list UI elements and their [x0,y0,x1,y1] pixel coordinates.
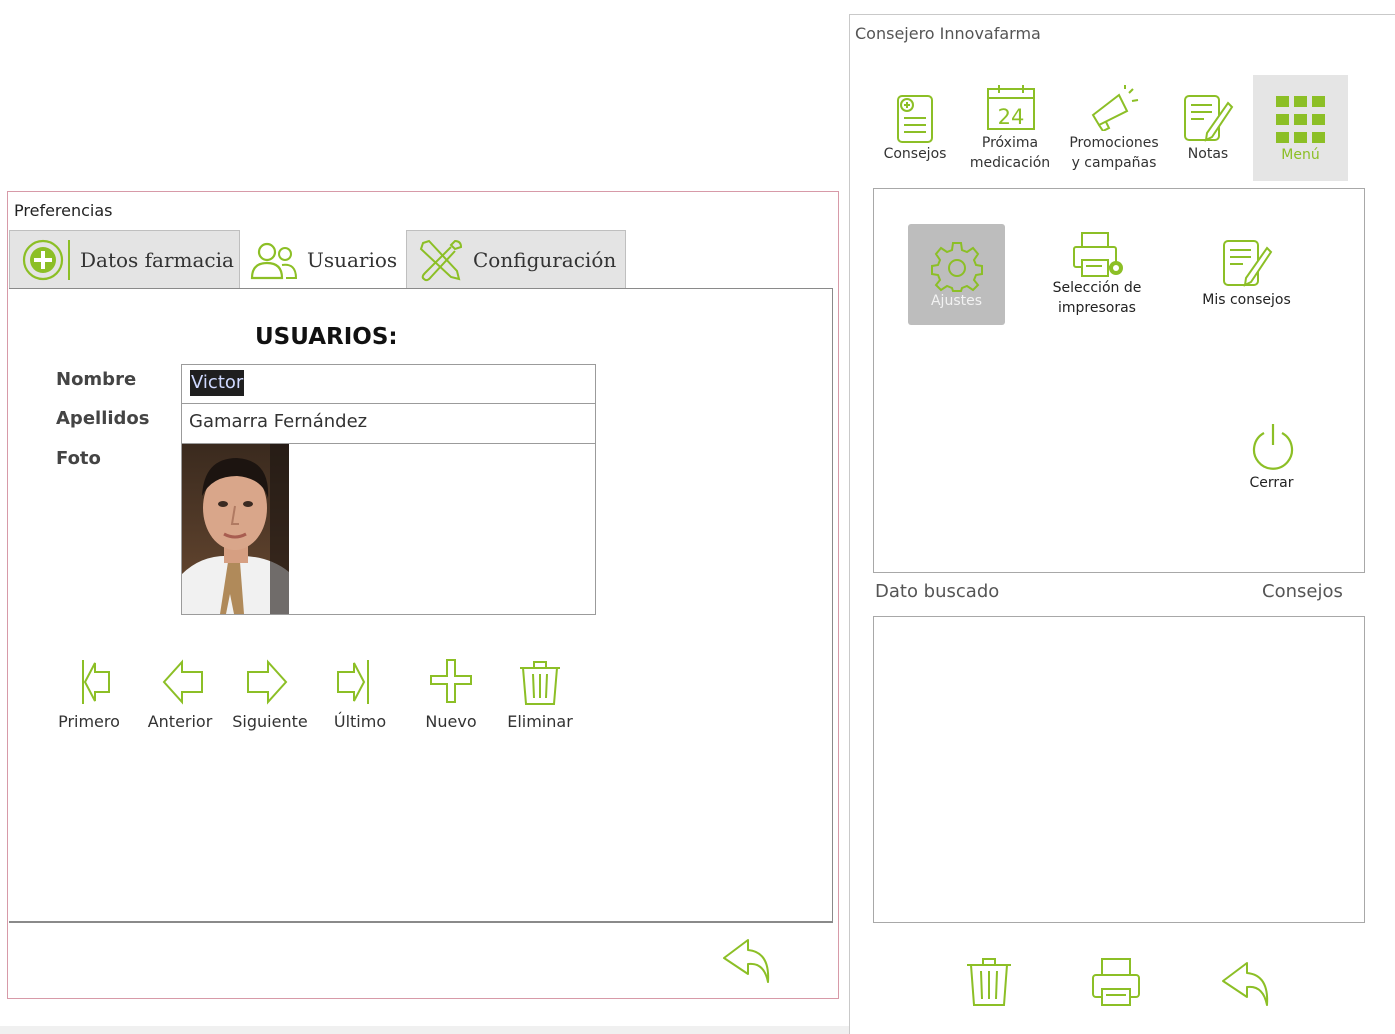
notes-pencil-icon [1182,93,1236,145]
consejero-window: Consejero Innovafarma Consejos 24 Próxim… [849,14,1395,1034]
toolbar-label: Consejos [883,146,947,162]
plus-icon [406,654,496,708]
tab-label: Datos farmacia [80,247,234,272]
window-title: Consejero Innovafarma [855,24,1041,43]
nombre-field[interactable]: Victor [181,364,596,404]
back-button[interactable] [1217,955,1273,1009]
trash-icon [963,955,1015,1009]
mis-consejos-label: Mis consejos [1202,292,1291,308]
printer-gear-icon [1072,230,1126,280]
toolbar-consejos[interactable]: Consejos [875,75,955,181]
users-icon [249,238,299,282]
eliminar-label: Eliminar [507,712,573,731]
eliminar-button[interactable]: Eliminar [495,654,585,734]
toolbar-label: Menú [1281,147,1320,163]
toolbar-promociones[interactable]: Promociones y campañas [1061,75,1167,181]
nuevo-label: Nuevo [425,712,477,731]
tab-datos-farmacia[interactable]: Datos farmacia [9,230,240,288]
cerrar-button[interactable]: Cerrar [1234,421,1309,501]
footer-divider [9,922,833,923]
previous-arrow-icon [135,654,225,708]
toolbar-label-line1: Próxima [981,135,1039,151]
next-arrow-icon [225,654,315,708]
impresoras-label-line1: Selección de [1052,280,1142,296]
nombre-value: Victor [190,370,245,396]
page-title: USUARIOS: [255,324,398,350]
power-icon [1249,421,1297,471]
cerrar-label: Cerrar [1249,475,1294,491]
calendar-icon: 24 [985,83,1037,133]
gear-icon [931,240,983,292]
foto-label: Foto [56,448,101,469]
print-button[interactable] [1090,955,1142,1009]
trash-icon [495,654,585,708]
preferencias-window: Preferencias Datos farmacia Usuarios Con… [7,191,839,999]
toolbar-menu[interactable]: Menú [1253,75,1348,181]
grid-menu-icon [1276,96,1326,144]
primero-button[interactable]: Primero [44,654,134,734]
delete-button[interactable] [963,955,1015,1009]
consejos-label: Consejos [1262,581,1343,602]
user-photo [182,444,289,614]
toolbar-label-line1: Promociones [1069,135,1159,151]
toolbar-proxima-medicacion[interactable]: 24 Próxima medicación [963,75,1057,181]
ajustes-label: Ajustes [930,293,983,309]
consejos-results-panel [873,616,1365,923]
back-reply-icon [1217,955,1273,1009]
nuevo-button[interactable]: Nuevo [406,654,496,734]
window-title: Preferencias [14,201,113,220]
seleccion-impresoras-button[interactable]: Selección de impresoras [1042,224,1152,325]
toolbar-notas[interactable]: Notas [1172,75,1244,181]
notes-pencil-icon [1221,238,1275,290]
tab-configuracion[interactable]: Configuración [406,230,626,288]
consejos-document-icon [895,93,937,145]
nombre-label: Nombre [56,369,137,390]
menu-panel: Ajustes Selección de impresoras Mis cons… [873,188,1365,573]
anterior-button[interactable]: Anterior [135,654,225,734]
megaphone-icon [1089,85,1141,131]
ajustes-button[interactable]: Ajustes [908,224,1005,325]
siguiente-button[interactable]: Siguiente [225,654,315,734]
tab-label: Usuarios [307,247,398,272]
toolbar-label: Notas [1187,146,1229,162]
calendar-day: 24 [998,105,1025,129]
mis-consejos-button[interactable]: Mis consejos [1194,224,1299,325]
toolbar-label-line2: medicación [969,155,1051,171]
background-strip [0,1026,849,1034]
back-button[interactable] [718,932,774,986]
back-reply-icon [718,932,774,986]
tab-usuarios[interactable]: Usuarios [240,230,406,288]
apellidos-value: Gamarra Fernández [189,411,368,432]
impresoras-label-line2: impresoras [1058,300,1136,316]
first-record-icon [44,654,134,708]
plus-circle-icon [20,237,72,283]
apellidos-label: Apellidos [56,408,150,429]
last-record-icon [315,654,405,708]
dato-buscado-label: Dato buscado [875,581,1000,602]
anterior-label: Anterior [147,712,213,731]
foto-field[interactable] [181,443,596,615]
tools-icon [415,235,465,285]
apellidos-field[interactable]: Gamarra Fernández [181,403,596,444]
printer-icon [1090,955,1142,1009]
ultimo-label: Último [333,712,387,731]
toolbar-label-line2: y campañas [1071,155,1157,171]
tab-label: Configuración [473,247,617,272]
ultimo-button[interactable]: Último [315,654,405,734]
siguiente-label: Siguiente [232,712,308,731]
primero-label: Primero [58,712,120,731]
